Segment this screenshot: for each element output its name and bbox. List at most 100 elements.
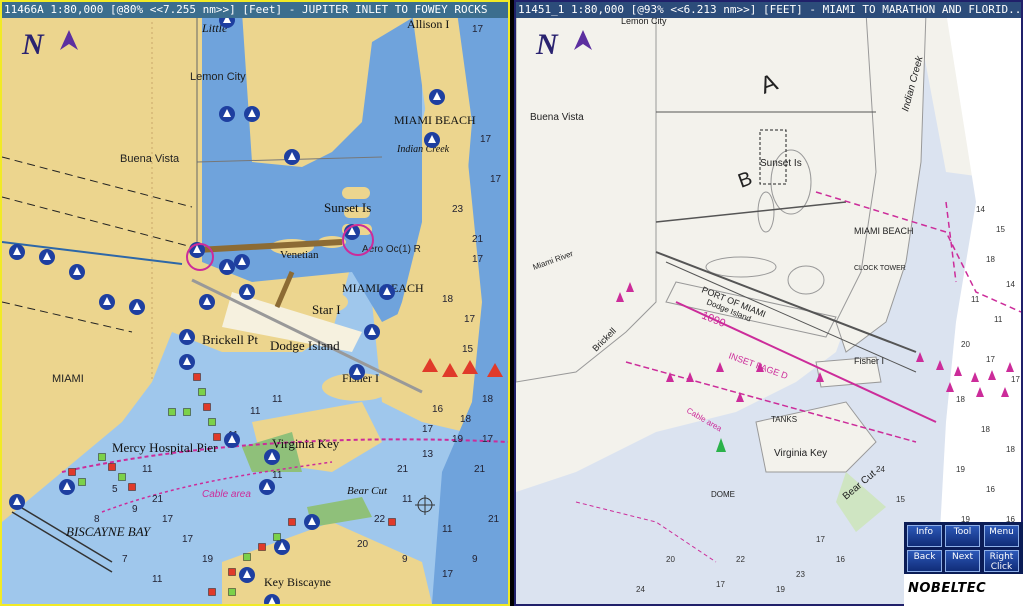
right-chart-title: 11451_1 1:80,000 [@93% <<6.213 nm>>] [FE… [516,2,1021,18]
depth-sounding: 5 [112,484,118,495]
anchorage-icon [199,294,215,310]
buoy-icon [203,403,211,411]
depth-sounding: 21 [474,464,486,475]
depth-sounding: 21 [397,464,409,475]
depth-sounding: 17 [482,434,494,445]
depth-sounding: 17 [816,535,825,544]
depth-sounding: 17 [986,355,995,364]
anchorage-icon [244,106,260,122]
next-button[interactable]: Next [945,550,980,572]
label-indian-creek: Indian Creek [396,144,450,155]
anchorage-icon [304,514,320,530]
depth-sounding: 22 [736,555,745,564]
depth-sounding: 16 [986,485,995,494]
depth-sounding: 11 [971,295,980,304]
menu-button[interactable]: Menu [984,525,1019,547]
anchorage-icon [234,254,250,270]
buoy-icon [198,388,206,396]
label-sunset-is: Sunset Is [324,200,371,215]
depth-sounding: 23 [452,204,464,215]
depth-sounding: 17 [472,24,484,35]
r-label-clock-tower: CLOCK TOWER [854,265,906,272]
depth-sounding: 9 [472,554,478,565]
buoy-icon [118,473,126,481]
left-nautical-chart[interactable]: N Allison I Little Lemon City Buena Vist… [2,2,508,604]
depth-sounding: 17 [1011,375,1020,384]
depth-sounding: 19 [776,585,785,594]
label-dodge-island: Dodge Island [270,338,340,353]
depth-sounding: 17 [464,314,476,325]
depth-sounding: 9 [132,504,138,515]
depth-sounding: 18 [956,395,965,404]
depth-sounding: 17 [472,254,484,265]
depth-sounding: 15 [996,225,1005,234]
r-label-sunset-is: Sunset Is [760,158,802,169]
anchorage-icon [179,354,195,370]
anchorage-icon [284,149,300,165]
label-buena-vista: Buena Vista [120,153,180,165]
depth-sounding: 20 [666,555,675,564]
depth-sounding: 11 [402,494,413,505]
buoy-icon [388,518,396,526]
depth-sounding: 16 [836,555,845,564]
buoy-icon [193,373,201,381]
r-label-fisher: Fisher I [854,356,884,366]
buoy-icon [228,568,236,576]
back-button[interactable]: Back [907,550,942,572]
right-click-button[interactable]: Right Click [984,550,1019,572]
depth-sounding: 24 [636,585,645,594]
depth-sounding: 8 [94,514,100,525]
info-button[interactable]: Info [907,525,942,547]
anchorage-icon [274,539,290,555]
depth-sounding: 17 [162,514,174,525]
depth-sounding: 17 [480,134,492,145]
label-miami: MIAMI [52,373,84,385]
anchorage-icon [59,479,75,495]
anchorage-icon [239,284,255,300]
anchorage-icon [39,249,55,265]
anchorage-icon [9,244,25,260]
brand-text: NOBELTEC [908,581,987,596]
anchorage-icon [424,132,440,148]
label-allison: Allison I [407,17,449,31]
r-label-dome: DOME [711,490,735,499]
depth-sounding: 19 [452,434,464,445]
buoy-icon [78,478,86,486]
anchorage-icon [264,449,280,465]
depth-sounding: 11 [272,394,283,405]
buoy-icon [243,553,251,561]
anchorage-icon [379,284,395,300]
left-chart-pane[interactable]: 11466A 1:80,000 [@80% <<7.255 nm>>] [Fee… [0,0,510,606]
depth-sounding: 21 [152,494,164,505]
depth-sounding: 11 [250,406,261,417]
tool-button[interactable]: Tool [945,525,980,547]
depth-sounding: 17 [422,424,434,435]
anchorage-icon [179,329,195,345]
label-brickell: Brickell Pt [202,332,258,347]
depth-sounding: 17 [716,580,725,589]
label-mercy-hospital: Mercy Hospital Pier [112,440,218,455]
label-venetian: Venetian [280,249,319,261]
depth-sounding: 18 [1006,445,1015,454]
depth-sounding: 11 [272,470,283,481]
anchorage-icon [219,106,235,122]
depth-sounding: 13 [422,449,434,460]
depth-sounding: 14 [976,205,985,214]
depth-sounding: 11 [142,464,153,475]
depth-sounding: 19 [956,465,965,474]
right-north-letter: N [535,28,559,61]
anchorage-icon [364,324,380,340]
anchorage-icon [349,364,365,380]
buoy-icon [228,588,236,596]
buoy-icon [98,453,106,461]
buoy-icon [208,588,216,596]
label-virginia-key: Virginia Key [272,436,340,451]
right-chart-pane[interactable]: 11451_1 1:80,000 [@93% <<6.213 nm>>] [FE… [514,0,1023,606]
r-label-buena-vista: Buena Vista [530,112,584,123]
right-nautical-chart[interactable]: N Lemon City Buena Vista Indian Creek Su… [516,2,1021,604]
depth-sounding: 18 [986,255,995,264]
buoy-icon [288,518,296,526]
depth-sounding: 11 [442,524,453,535]
depth-sounding: 20 [961,340,970,349]
depth-sounding: 11 [994,315,1003,324]
